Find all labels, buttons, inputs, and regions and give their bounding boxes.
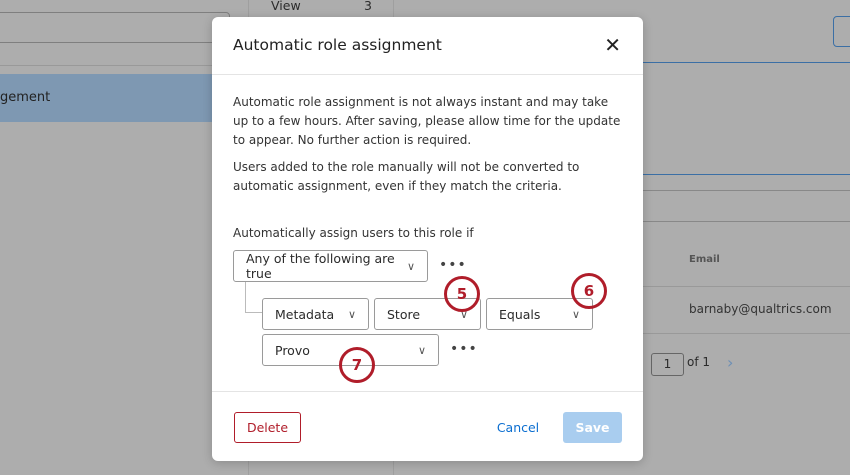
- sidebar-item-label: gement: [0, 90, 51, 105]
- automatic-role-assignment-dialog: Automatic role assignment ✕ Automatic ro…: [212, 17, 643, 461]
- tree-connector: [245, 282, 262, 313]
- divider: [640, 174, 850, 175]
- select-value: Equals: [499, 306, 541, 322]
- divider: [640, 221, 850, 222]
- cancel-button[interactable]: Cancel: [492, 412, 544, 443]
- view-count: 3: [364, 0, 372, 13]
- dialog-title: Automatic role assignment: [233, 36, 442, 54]
- divider: [640, 62, 850, 63]
- manual-users-note: Users added to the role manually will no…: [233, 160, 580, 193]
- select-value: Provo: [275, 342, 310, 358]
- select-value: Metadata: [275, 306, 335, 322]
- select-value: Store: [387, 306, 421, 322]
- chevron-down-icon: ∨: [417, 343, 426, 357]
- condition-more-options-icon[interactable]: •••: [450, 341, 478, 357]
- save-button[interactable]: Save: [563, 412, 622, 443]
- callout-5: 5: [444, 276, 480, 312]
- divider: [640, 190, 850, 191]
- page-number-input[interactable]: 1: [651, 353, 684, 376]
- chevron-down-icon: ∨: [406, 259, 415, 273]
- group-logic-select[interactable]: Any of the following are true ∨: [233, 250, 428, 282]
- email-cell: barnaby@qualtrics.com: [689, 302, 832, 316]
- top-right-button[interactable]: [833, 16, 850, 47]
- divider: [640, 286, 850, 287]
- callout-6: 6: [571, 273, 607, 309]
- close-icon[interactable]: ✕: [604, 33, 621, 57]
- email-column-header[interactable]: Email: [689, 254, 720, 265]
- callout-7: 7: [339, 347, 375, 383]
- sidebar-item-selected[interactable]: gement: [0, 74, 215, 122]
- divider: [640, 333, 850, 334]
- select-value: Any of the following are true: [246, 251, 395, 281]
- delete-button[interactable]: Delete: [234, 412, 301, 443]
- chevron-down-icon: ∨: [347, 307, 356, 321]
- field-type-select[interactable]: Metadata ∨: [262, 298, 369, 330]
- group-more-options-icon[interactable]: •••: [439, 257, 467, 273]
- next-page-icon[interactable]: ›: [727, 353, 733, 372]
- search-field[interactable]: [0, 12, 230, 43]
- chevron-down-icon: ∨: [571, 307, 580, 321]
- dialog-footer: Delete Cancel Save: [212, 391, 643, 461]
- page-of-label: of 1: [687, 355, 711, 369]
- condition-label: Automatically assign users to this role …: [233, 226, 474, 240]
- view-label: View: [271, 0, 301, 13]
- info-text: Automatic role assignment is not always …: [233, 95, 621, 147]
